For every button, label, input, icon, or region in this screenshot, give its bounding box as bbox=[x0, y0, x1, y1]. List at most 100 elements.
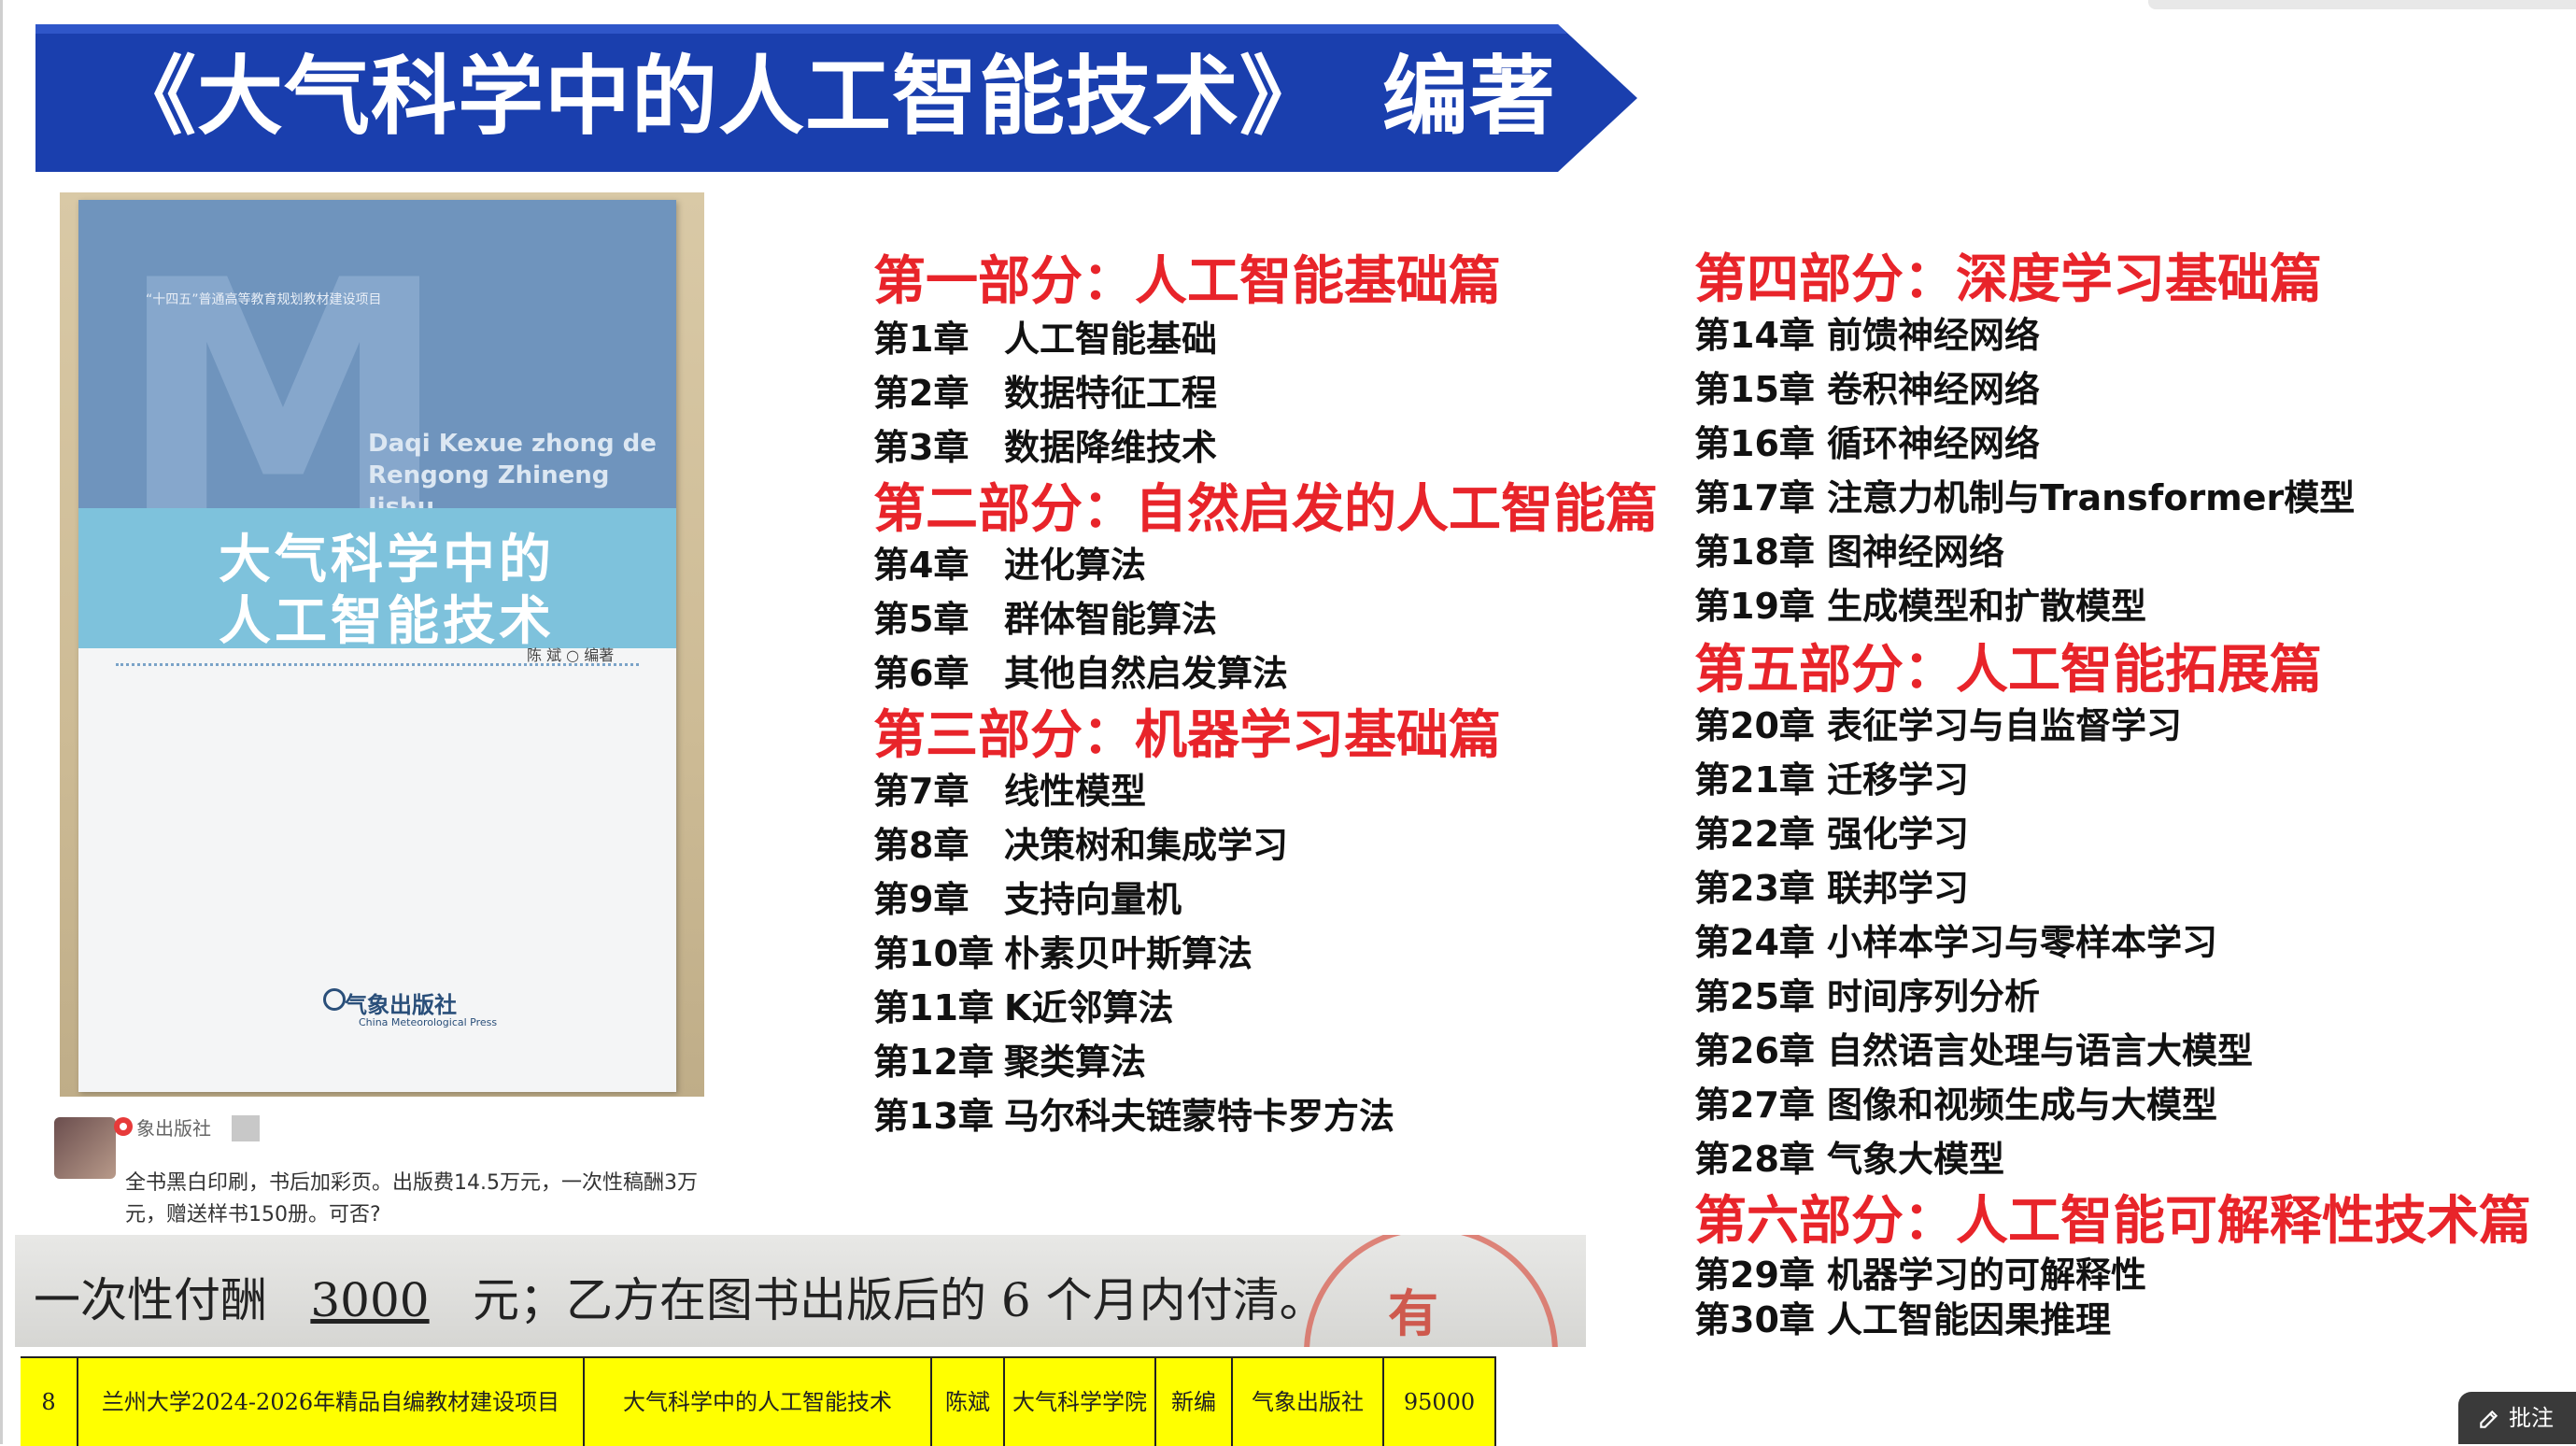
toc-chapter: 第26章 自然语言处理与语言大模型 bbox=[1694, 1022, 2253, 1073]
chapter-title: 其他自然启发算法 bbox=[1004, 653, 1289, 694]
chapter-title: 图神经网络 bbox=[1827, 532, 2005, 573]
toc-part-2: 第二部分：自然启发的人工智能篇 bbox=[873, 479, 1658, 540]
chapter-number: 第30章 bbox=[1694, 1299, 1815, 1340]
chapter-title: 强化学习 bbox=[1827, 814, 1970, 855]
comment-button[interactable]: 批注 bbox=[2458, 1392, 2576, 1444]
toc-chapter: 第1章 人工智能基础 bbox=[873, 310, 1217, 362]
chapter-title: 卷积神经网络 bbox=[1827, 369, 2041, 410]
chapter-number: 第2章 bbox=[873, 373, 970, 414]
toc-chapter: 第12章 聚类算法 bbox=[873, 1033, 1146, 1084]
title-banner: 《大气科学中的人工智能技术》 编著 bbox=[35, 24, 1637, 172]
contract-prefix: 一次性付酬 bbox=[34, 1273, 267, 1327]
chapter-number: 第13章 bbox=[873, 1096, 994, 1137]
comment-button-label: 批注 bbox=[2509, 1405, 2554, 1431]
chapter-number: 第11章 bbox=[873, 987, 994, 1028]
chapter-number: 第5章 bbox=[873, 599, 970, 640]
toc-chapter: 第28章 气象大模型 bbox=[1694, 1130, 2004, 1182]
chat-message-text: 全书黑白印刷，书后加彩页。出版费14.5万元，一次性稿酬3万元，赠送样书150册… bbox=[125, 1171, 698, 1226]
chapter-number: 第15章 bbox=[1694, 369, 1815, 410]
avatar bbox=[54, 1117, 116, 1179]
chapter-title: 机器学习的可解释性 bbox=[1827, 1255, 2147, 1296]
book-title: 《大气科学中的人工智能技术》 bbox=[110, 47, 1327, 147]
cover-series-text: “十四五”普通高等教育规划教材建设项目 bbox=[146, 292, 382, 307]
row-index: 8 bbox=[21, 1358, 78, 1446]
toc-chapter: 第21章 迁移学习 bbox=[1694, 751, 1969, 802]
cover-pinyin-line1: Daqi Kexue zhong de bbox=[368, 430, 657, 458]
toc-part-5: 第五部分：人工智能拓展篇 bbox=[1694, 640, 2322, 701]
chapter-title: 数据特征工程 bbox=[1004, 373, 1218, 414]
chapter-number: 第27章 bbox=[1694, 1084, 1815, 1126]
author-role: 编著 bbox=[1382, 47, 1557, 147]
toc-chapter: 第24章 小样本学习与零样本学习 bbox=[1694, 914, 2217, 965]
stamp-text: 有 bbox=[1388, 1284, 1438, 1343]
toc-chapter: 第23章 联邦学习 bbox=[1694, 859, 1969, 911]
chapter-number: 第29章 bbox=[1694, 1255, 1815, 1296]
toc-chapter: 第29章 机器学习的可解释性 bbox=[1694, 1246, 2146, 1297]
toc-chapter: 第18章 图神经网络 bbox=[1694, 523, 2004, 574]
toc-chapter: 第17章 注意力机制与Transformer模型 bbox=[1694, 469, 2355, 520]
chapter-title: 线性模型 bbox=[1004, 771, 1147, 812]
toc-chapter: 第4章 进化算法 bbox=[873, 536, 1146, 588]
contract-suffix: 元；乙方在图书出版后的 6 个月内付清。 bbox=[473, 1273, 1326, 1327]
chapter-number: 第12章 bbox=[873, 1042, 994, 1083]
cover-publisher-en: China Meteorological Press bbox=[359, 1016, 498, 1028]
chapter-number: 第23章 bbox=[1694, 868, 1815, 909]
toc-part-4: 第四部分：深度学习基础篇 bbox=[1694, 249, 2322, 310]
chapter-title: 迁移学习 bbox=[1827, 759, 1970, 801]
chapter-title: 马尔科夫链蒙特卡罗方法 bbox=[1004, 1096, 1395, 1137]
chapter-title: 自然语言处理与语言大模型 bbox=[1827, 1030, 2254, 1071]
chapter-title: 循环神经网络 bbox=[1827, 423, 2041, 464]
cover-title-band: 大气科学中的 人工智能技术 bbox=[78, 508, 676, 652]
chapter-title: 支持向量机 bbox=[1004, 879, 1182, 920]
toc-chapter: 第22章 强化学习 bbox=[1694, 805, 1969, 857]
chapter-title: 数据降维技术 bbox=[1004, 427, 1218, 468]
chapter-number: 第14章 bbox=[1694, 315, 1815, 356]
page-title: 《大气科学中的人工智能技术》 编著 bbox=[110, 41, 1556, 153]
row-publisher: 气象出版社 bbox=[1233, 1358, 1384, 1446]
toc-chapter: 第25章 时间序列分析 bbox=[1694, 968, 2040, 1019]
toc-chapter: 第9章 支持向量机 bbox=[873, 871, 1182, 922]
toc-chapter: 第5章 群体智能算法 bbox=[873, 590, 1217, 642]
chapter-title: 图像和视频生成与大模型 bbox=[1827, 1084, 2218, 1126]
chapter-title: 朴素贝叶斯算法 bbox=[1004, 933, 1253, 974]
toc-chapter: 第14章 前馈神经网络 bbox=[1694, 306, 2040, 358]
toc-chapter: 第19章 生成模型和扩散模型 bbox=[1694, 577, 2146, 629]
toc-chapter: 第10章 朴素贝叶斯算法 bbox=[873, 925, 1253, 976]
chat-sender: 象出版社 bbox=[136, 1117, 211, 1140]
chapter-title: 群体智能算法 bbox=[1004, 599, 1218, 640]
toc-chapter: 第27章 图像和视频生成与大模型 bbox=[1694, 1076, 2217, 1127]
cover-title-line2: 人工智能技术 bbox=[219, 591, 555, 652]
chapter-number: 第17章 bbox=[1694, 477, 1815, 518]
toc-chapter: 第3章 数据降维技术 bbox=[873, 418, 1217, 470]
row-book: 大气科学中的人工智能技术 bbox=[585, 1358, 932, 1446]
chapter-title: 前馈神经网络 bbox=[1827, 315, 2041, 356]
chapter-title: K近邻算法 bbox=[1004, 987, 1174, 1028]
chapter-number: 第28章 bbox=[1694, 1139, 1815, 1180]
chapter-number: 第26章 bbox=[1694, 1030, 1815, 1071]
chapter-title: 小样本学习与零样本学习 bbox=[1827, 922, 2218, 963]
toc-chapter: 第16章 循环神经网络 bbox=[1694, 415, 2040, 466]
row-author: 陈斌 bbox=[932, 1358, 1005, 1446]
toc-part-6: 第六部分：人工智能可解释性技术篇 bbox=[1694, 1191, 2531, 1252]
toc-chapter: 第15章 卷积神经网络 bbox=[1694, 361, 2040, 412]
chapter-number: 第3章 bbox=[873, 427, 970, 468]
toc-chapter: 第8章 决策树和集成学习 bbox=[873, 816, 1288, 868]
pen-icon bbox=[2480, 1410, 2498, 1428]
toc-chapter: 第13章 马尔科夫链蒙特卡罗方法 bbox=[873, 1087, 1394, 1139]
chapter-number: 第20章 bbox=[1694, 705, 1815, 746]
chapter-number: 第7章 bbox=[873, 771, 970, 812]
chapter-number: 第21章 bbox=[1694, 759, 1815, 801]
chapter-title: 表征学习与自监督学习 bbox=[1827, 705, 2183, 746]
chapter-number: 第22章 bbox=[1694, 814, 1815, 855]
chapter-number: 第6章 bbox=[873, 653, 970, 694]
contract-amount: 3000 bbox=[310, 1273, 430, 1327]
row-college: 大气科学学院 bbox=[1005, 1358, 1156, 1446]
chapter-number: 第25章 bbox=[1694, 976, 1815, 1017]
toc-chapter: 第2章 数据特征工程 bbox=[873, 364, 1217, 416]
chapter-number: 第19章 bbox=[1694, 586, 1815, 627]
toc-chapter: 第20章 表征学习与自监督学习 bbox=[1694, 697, 2182, 748]
cover-publisher: 气象出版社 bbox=[345, 992, 457, 1018]
toc-chapter: 第11章 K近邻算法 bbox=[873, 979, 1173, 1030]
record-icon bbox=[114, 1117, 133, 1136]
contract-excerpt: 一次性付酬 3000 元；乙方在图书出版后的 6 个月内付清。 有 bbox=[15, 1235, 1586, 1347]
